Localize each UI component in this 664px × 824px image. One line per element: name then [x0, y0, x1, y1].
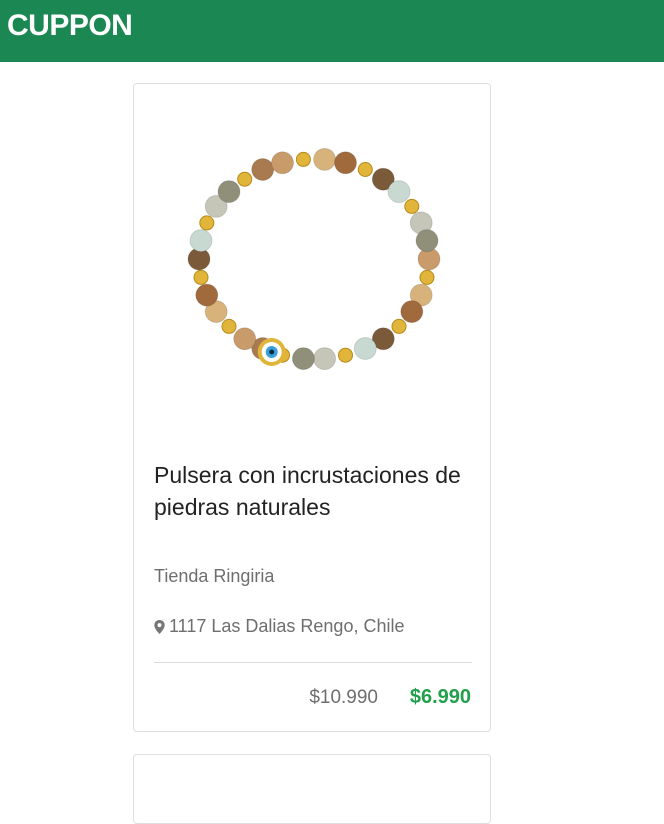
gold-bead	[391, 318, 407, 334]
stone-bead	[313, 147, 337, 171]
gold-bead	[199, 215, 215, 231]
location: 1117 Las Dalias Rengo, Chile	[154, 616, 404, 637]
stone-bead	[353, 337, 377, 360]
stone-bead	[415, 229, 439, 253]
stone-bead	[271, 151, 294, 175]
gold-bead	[419, 269, 435, 285]
stone-bead	[189, 229, 213, 253]
store-name[interactable]: Tienda Ringiria	[154, 566, 274, 587]
stone-bead	[233, 327, 257, 351]
stone-bead	[313, 347, 337, 371]
stone-bead	[195, 283, 219, 307]
location-text: 1117 Las Dalias Rengo, Chile	[169, 616, 405, 636]
gold-bead	[237, 171, 253, 187]
gold-bead	[357, 162, 373, 177]
brand-logo[interactable]: CUPPON	[7, 9, 133, 43]
stone-bead	[217, 180, 241, 204]
gold-bead	[221, 318, 237, 334]
product-card-next[interactable]	[133, 754, 491, 824]
stone-bead	[400, 300, 424, 324]
product-card[interactable]: Pulsera con incrustaciones de piedras na…	[133, 83, 491, 732]
product-image[interactable]	[184, 144, 444, 374]
divider	[154, 662, 472, 663]
product-title[interactable]: Pulsera con incrustaciones de piedras na…	[154, 459, 474, 523]
gold-bead	[404, 198, 420, 214]
evil-eye-charm	[257, 338, 286, 366]
stone-bead	[387, 180, 411, 204]
stone-bead	[334, 151, 357, 175]
stone-bead	[291, 347, 315, 371]
gold-bead	[295, 151, 311, 167]
gold-bead	[193, 269, 209, 285]
sale-price: $6.990	[409, 686, 471, 708]
gold-bead	[338, 347, 353, 363]
stone-bead	[251, 158, 275, 181]
map-pin-icon	[154, 619, 165, 634]
original-price: $10.990	[309, 687, 378, 708]
top-bar: CUPPON	[0, 0, 664, 62]
